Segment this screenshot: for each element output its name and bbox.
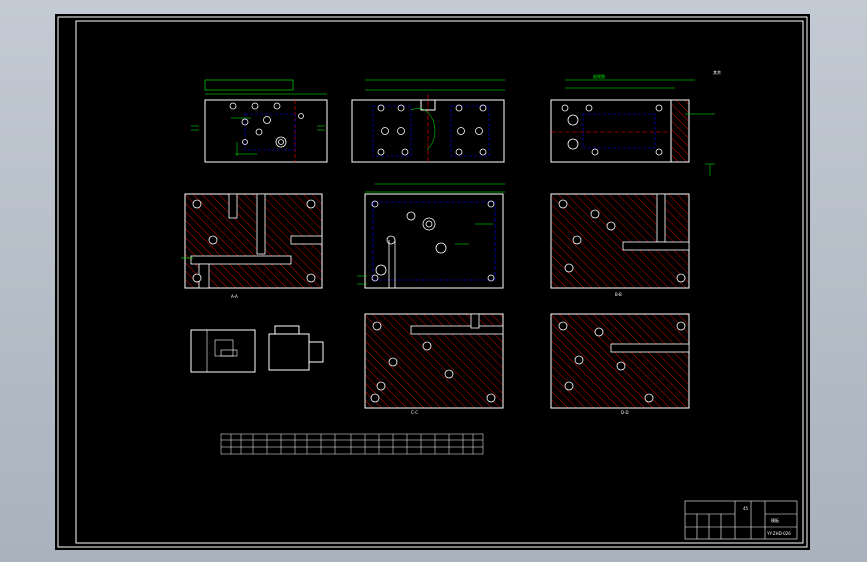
section-label-d: D-D — [621, 410, 629, 415]
cad-drawing: A-A B-B C-C D-D 其余 剖视图 模板 YY-ZHD-026 45 — [57, 16, 808, 548]
section-label-c: C-C — [411, 410, 418, 415]
drawing-sheet: A-A B-B C-C D-D 其余 剖视图 模板 YY-ZHD-026 45 — [55, 14, 810, 550]
section-label-b: B-B — [615, 292, 622, 297]
main-plan-view — [357, 183, 505, 289]
roughness-note: 其余 — [713, 69, 721, 75]
detail-view-left — [190, 329, 256, 373]
front-view — [191, 79, 328, 163]
side-view — [550, 79, 715, 176]
parts-table — [220, 433, 484, 455]
title-drawing-number: YY-ZHD-026 — [766, 531, 791, 536]
detail-view-right — [268, 325, 324, 371]
section-view-bottom-right: D-D — [550, 313, 690, 415]
title-part-name: 模板 — [771, 517, 779, 523]
section-label-a: A-A — [231, 294, 238, 299]
section-view-left: A-A — [181, 193, 323, 299]
view-note: 剖视图 — [593, 73, 605, 79]
section-view-bottom-center: C-C — [364, 313, 504, 415]
top-view — [351, 79, 505, 164]
section-view-right: B-B — [550, 193, 690, 297]
title-material: 45 — [743, 506, 749, 511]
outer-frame — [57, 16, 808, 548]
